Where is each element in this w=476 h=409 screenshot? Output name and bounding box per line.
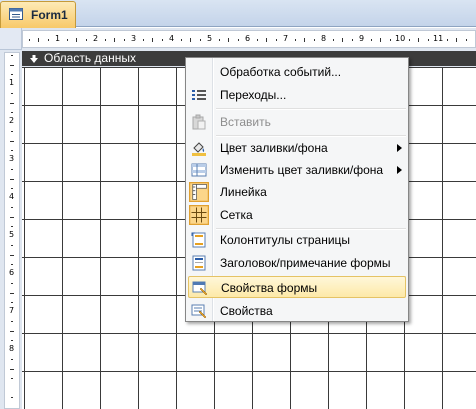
menu-item-label: Цвет заливки/фона xyxy=(220,141,328,155)
menu-item-label: Заголовок/примечание формы xyxy=(220,256,391,270)
form-tab[interactable]: Form1 xyxy=(0,1,76,28)
ruler-number: 2 xyxy=(9,116,15,125)
ruler-number: 7 xyxy=(283,34,289,43)
menu-item-alternate-fill[interactable]: Изменить цвет заливки/фона xyxy=(188,159,406,181)
menu-item-properties[interactable]: Свойства xyxy=(188,300,406,322)
context-menu: Обработка событий... Переходы... Вставит… xyxy=(185,57,409,322)
ruler-number: 1 xyxy=(55,34,61,43)
form-icon xyxy=(9,8,23,20)
tab-order-icon xyxy=(192,90,206,100)
menu-item-page-header-footer[interactable]: Колонтитулы страницы xyxy=(188,229,406,251)
menu-item-event-builder[interactable]: Обработка событий... xyxy=(188,61,406,83)
ruler-number: 3 xyxy=(9,154,15,163)
ruler-number: 9 xyxy=(359,34,365,43)
ruler-number: 1 xyxy=(9,78,15,87)
menu-item-label: Вставить xyxy=(220,115,271,129)
ruler-number: 3 xyxy=(131,34,137,43)
menu-item-tab-order[interactable]: Переходы... xyxy=(188,84,406,106)
tab-title: Form1 xyxy=(31,8,68,22)
ruler-number: 5 xyxy=(207,34,213,43)
alternate-fill-icon xyxy=(191,163,207,177)
section-arrow-icon xyxy=(30,55,38,63)
menu-item-label: Свойства xyxy=(220,304,273,318)
menu-separator xyxy=(216,108,406,110)
ruler-number: 11 xyxy=(433,34,444,43)
ruler-number: 8 xyxy=(321,34,327,43)
fill-color-icon xyxy=(192,142,206,156)
form-properties-icon xyxy=(192,281,208,296)
menu-item-paste[interactable]: Вставить xyxy=(188,111,406,133)
ruler-number: 8 xyxy=(9,344,15,353)
grid-icon xyxy=(189,205,209,225)
menu-item-label: Обработка событий... xyxy=(220,65,342,79)
ruler-number: 4 xyxy=(169,34,175,43)
menu-item-fill-color[interactable]: Цвет заливки/фона xyxy=(188,137,406,159)
ruler-corner[interactable] xyxy=(0,28,22,50)
ruler-number: 10 xyxy=(395,34,406,43)
vertical-ruler[interactable]: 1 2 3 4 5 6 7 8 xyxy=(4,52,20,409)
menu-item-label: Изменить цвет заливки/фона xyxy=(220,163,384,177)
section-title: Область данных xyxy=(44,51,136,65)
ruler-number: 6 xyxy=(9,268,15,277)
form-header-footer-icon xyxy=(192,255,206,271)
horizontal-ruler[interactable]: 1 2 3 4 5 6 7 8 9 10 11 xyxy=(22,30,476,48)
menu-item-ruler[interactable]: Линейка xyxy=(188,181,406,203)
menu-item-label: Колонтитулы страницы xyxy=(220,233,351,247)
ruler-number: 6 xyxy=(245,34,251,43)
paste-icon xyxy=(192,114,206,130)
ruler-number: 2 xyxy=(93,34,99,43)
document-tab-strip: Form1 xyxy=(0,0,476,28)
menu-item-form-header-footer[interactable]: Заголовок/примечание формы xyxy=(188,252,406,274)
submenu-arrow-icon xyxy=(397,144,402,152)
menu-item-label: Свойства формы xyxy=(221,281,318,295)
ruler-number: 4 xyxy=(9,192,15,201)
ruler-number: 7 xyxy=(9,306,15,315)
menu-item-label: Сетка xyxy=(220,208,253,222)
properties-icon xyxy=(191,304,207,319)
ruler-icon xyxy=(189,182,209,202)
ruler-number: 5 xyxy=(9,230,15,239)
menu-item-grid[interactable]: Сетка xyxy=(188,204,406,226)
menu-item-label: Линейка xyxy=(220,185,267,199)
submenu-arrow-icon xyxy=(397,166,402,174)
menu-item-form-properties[interactable]: Свойства формы xyxy=(188,276,406,298)
page-header-footer-icon xyxy=(191,232,206,248)
menu-item-label: Переходы... xyxy=(220,88,287,102)
